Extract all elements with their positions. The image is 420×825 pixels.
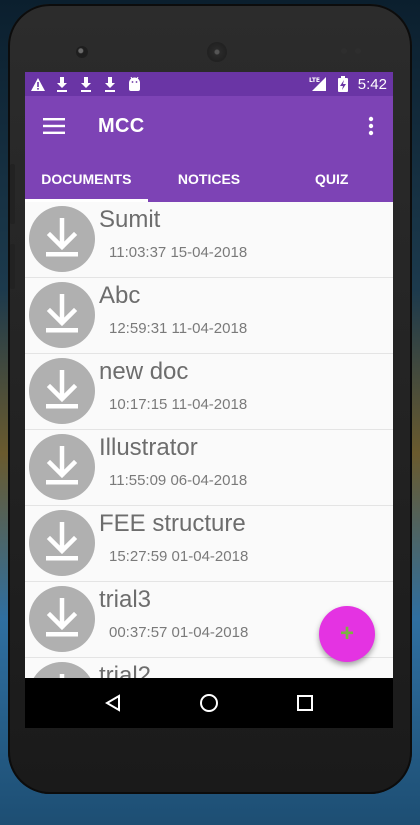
android-icon — [127, 76, 141, 92]
document-timestamp: 00:37:57 01-04-2018 — [109, 624, 249, 641]
light-sensor — [355, 48, 361, 54]
document-name: trial3 — [99, 586, 152, 613]
signal-lte-icon: LTE — [308, 76, 328, 92]
document-timestamp: 11:03:37 15-04-2018 — [109, 244, 248, 261]
list-item[interactable]: Abc 12:59:31 11-04-2018 — [25, 278, 393, 354]
document-name: trial2 — [99, 662, 152, 678]
download-icon[interactable] — [29, 434, 95, 500]
device-screen: LTE 5:42 MCC DOCUMENTS NOTICES QUIZ Sumi… — [25, 72, 393, 728]
back-icon[interactable] — [93, 683, 133, 723]
download-icon — [103, 76, 117, 92]
warning-icon — [31, 76, 45, 92]
recents-icon[interactable] — [285, 683, 325, 723]
document-timestamp: 12:59:31 11-04-2018 — [109, 320, 248, 337]
document-name: Sumit — [99, 206, 161, 233]
app-bar: MCC — [25, 96, 393, 156]
tab-documents[interactable]: DOCUMENTS — [25, 156, 148, 202]
download-icon[interactable] — [29, 510, 95, 576]
list-item[interactable]: FEE structure 15:27:59 01-04-2018 — [25, 506, 393, 582]
status-bar: LTE 5:42 — [25, 72, 393, 96]
home-icon[interactable] — [189, 683, 229, 723]
front-camera — [76, 46, 88, 58]
list-item[interactable]: Illustrator 11:55:09 06-04-2018 — [25, 430, 393, 506]
list-item[interactable]: new doc 10:17:15 11-04-2018 — [25, 354, 393, 430]
document-name: new doc — [99, 358, 189, 385]
download-icon[interactable] — [29, 662, 95, 678]
document-timestamp: 10:17:15 11-04-2018 — [109, 396, 248, 413]
tab-label: NOTICES — [177, 171, 241, 187]
tab-label: QUIZ — [314, 171, 349, 187]
battery-charging-icon — [336, 76, 350, 92]
add-icon: + — [339, 620, 354, 647]
document-name: Abc — [99, 282, 141, 309]
download-icon[interactable] — [29, 282, 95, 348]
earpiece-speaker — [207, 42, 227, 62]
download-icon[interactable] — [29, 206, 95, 272]
proximity-sensor — [341, 48, 347, 54]
tab-label: DOCUMENTS — [41, 171, 132, 187]
add-document-button[interactable]: + — [319, 606, 375, 662]
document-name: FEE structure — [99, 510, 246, 537]
download-icon[interactable] — [29, 358, 95, 424]
power-button — [10, 244, 15, 289]
download-icon — [55, 76, 69, 92]
app-title: MCC — [98, 114, 145, 137]
list-item[interactable]: Sumit 11:03:37 15-04-2018 — [25, 202, 393, 278]
tab-bar: DOCUMENTS NOTICES QUIZ — [25, 156, 393, 202]
more-vert-icon[interactable] — [349, 96, 393, 156]
document-timestamp: 11:55:09 06-04-2018 — [109, 472, 248, 489]
svg-text:LTE: LTE — [309, 77, 320, 84]
tab-quiz[interactable]: QUIZ — [270, 156, 393, 202]
list-item[interactable]: trial2 — [25, 658, 393, 678]
menu-icon[interactable] — [25, 96, 83, 156]
system-navigation-bar — [25, 678, 393, 728]
tab-notices[interactable]: NOTICES — [148, 156, 271, 202]
download-icon — [79, 76, 93, 92]
download-icon[interactable] — [29, 586, 95, 652]
volume-button — [10, 164, 15, 224]
document-timestamp: 15:27:59 01-04-2018 — [109, 548, 249, 565]
document-name: Illustrator — [99, 434, 198, 461]
clock: 5:42 — [357, 75, 387, 93]
